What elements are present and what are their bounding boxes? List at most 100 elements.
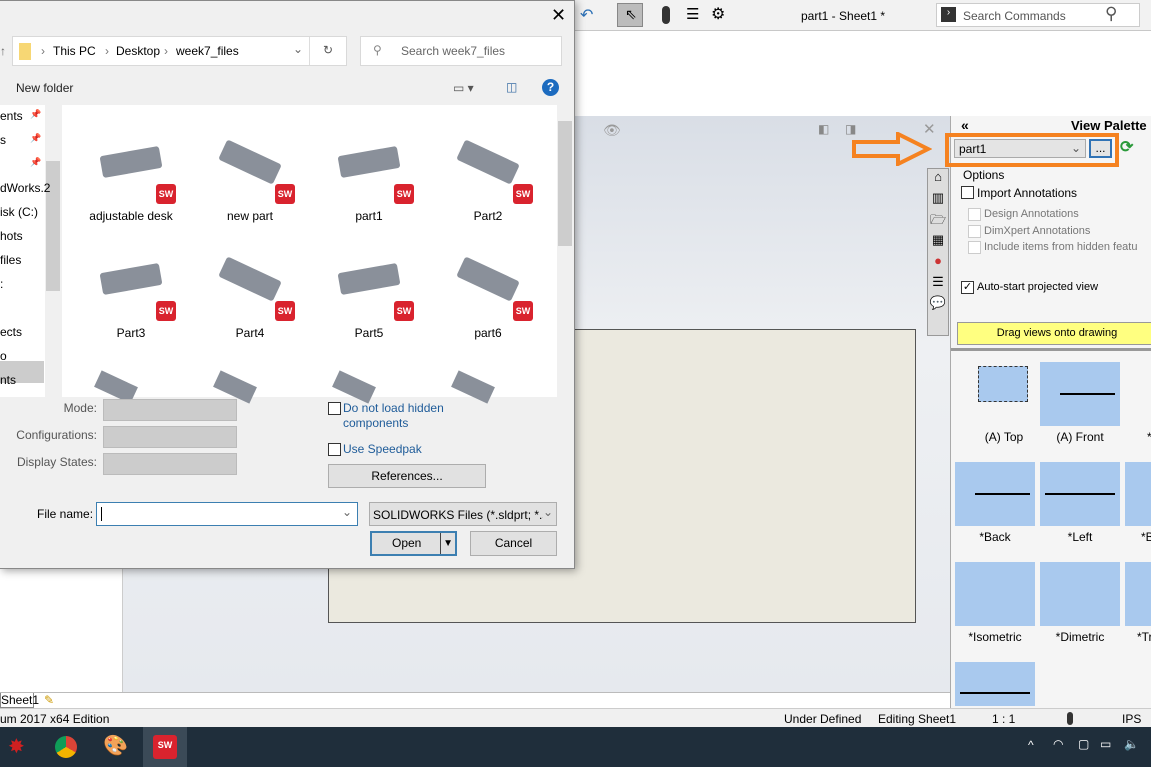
search-input[interactable]: ⚲ Search week7_files <box>360 36 562 66</box>
dimxpert-annotations-label: DimXpert Annotations <box>984 225 1091 237</box>
view-thumb-trimetric[interactable] <box>1125 562 1151 626</box>
open-dropdown-icon[interactable]: ▼ <box>440 533 453 554</box>
mode-dropdown[interactable] <box>103 399 237 421</box>
address-bar[interactable]: › This PC › Desktop › week7_files ⌄ ↻ <box>12 36 347 66</box>
no-hidden-label[interactable]: Do not load hidden <box>343 401 444 415</box>
references-button[interactable]: References... <box>328 464 486 488</box>
chevron-down-icon[interactable]: ⌄ <box>342 505 352 519</box>
nav-scrollbar[interactable] <box>45 105 61 397</box>
nav-item[interactable]: ects <box>0 325 22 339</box>
view-icon[interactable]: 👁 <box>603 122 621 139</box>
wifi-icon[interactable]: ◠ <box>1053 737 1063 751</box>
design-library-icon[interactable]: ▥ <box>928 190 948 211</box>
breadcrumb-item[interactable]: This PC <box>53 44 96 58</box>
forum-icon[interactable]: 💬 <box>928 295 948 316</box>
file-item[interactable]: SW part6 <box>433 253 543 353</box>
volume-icon[interactable]: 🔈 <box>1124 737 1139 751</box>
chevron-down-icon[interactable]: ⌄ <box>293 42 303 56</box>
file-item[interactable]: SW Part2 <box>433 136 543 236</box>
view-thumb-isometric[interactable] <box>955 562 1035 626</box>
undo-icon[interactable]: ↶ <box>580 5 593 25</box>
file-item[interactable]: SW Part4 <box>195 253 305 353</box>
nav-item[interactable]: s <box>0 133 6 147</box>
new-folder-button[interactable]: New folder <box>16 81 73 95</box>
nav-item[interactable]: nts <box>0 373 16 387</box>
help-icon[interactable]: ? <box>542 79 559 96</box>
options-list-icon[interactable]: ☰ <box>686 5 699 23</box>
file-item[interactable]: SW new part <box>195 136 305 236</box>
custom-properties-icon[interactable]: ☰ <box>928 274 948 295</box>
view-thumb-top[interactable] <box>978 366 1028 402</box>
camera-icon[interactable]: ▢ <box>1078 737 1089 751</box>
file-explorer-icon[interactable]: 🗁 <box>928 211 948 232</box>
status-units[interactable]: IPS <box>1122 712 1141 726</box>
nav-item[interactable]: ents <box>0 109 23 123</box>
nav-item[interactable]: : <box>0 277 3 291</box>
display-states-dropdown[interactable] <box>103 453 237 475</box>
breadcrumb-item[interactable]: Desktop <box>116 44 160 58</box>
add-sheet-icon[interactable]: ✎ <box>44 693 54 707</box>
view-palette-icon[interactable]: ▦ <box>928 232 948 253</box>
solidworks-taskbar-button[interactable]: SW <box>143 727 187 767</box>
close-icon[interactable]: ✕ <box>551 5 566 26</box>
configurations-dropdown[interactable] <box>103 426 237 448</box>
view-label: *Left <box>1067 530 1093 544</box>
sheet-tab[interactable]: Sheet1 <box>0 693 39 708</box>
no-hidden-label-2[interactable]: components <box>343 416 408 430</box>
mode-label: Mode: <box>63 401 97 415</box>
up-arrow-icon[interactable]: ↑ <box>0 44 6 58</box>
cancel-button[interactable]: Cancel <box>470 531 557 556</box>
file-type-value: SOLIDWORKS Files (*.sldprt; *.sl <box>373 508 552 522</box>
gear-icon[interactable]: ⚙ <box>711 4 725 24</box>
nav-item[interactable]: o <box>0 349 7 363</box>
nav-item[interactable]: hots <box>0 229 23 243</box>
splitter[interactable] <box>951 348 1151 351</box>
view-thumb-left[interactable] <box>1040 462 1120 526</box>
no-hidden-checkbox[interactable] <box>328 402 341 415</box>
file-item[interactable]: SW part1 <box>314 136 424 236</box>
preview-pane-icon[interactable]: ◫ <box>506 80 517 94</box>
dimxpert-annotations-checkbox[interactable] <box>968 225 981 238</box>
include-hidden-checkbox[interactable] <box>968 241 981 254</box>
search-icon[interactable]: ⚲ <box>1105 4 1117 24</box>
auto-start-checkbox[interactable]: ✓ <box>961 281 974 294</box>
prev-window-icon[interactable]: ◧ <box>818 122 829 136</box>
view-thumb-front[interactable] <box>1040 362 1120 426</box>
file-name: Part3 <box>116 326 146 340</box>
app-icon[interactable]: ✸ <box>8 734 25 759</box>
refresh-icon[interactable]: ⟳ <box>1120 137 1133 157</box>
file-item[interactable]: SW adjustable desk <box>76 136 186 236</box>
breadcrumb-item[interactable]: week7_files <box>176 44 239 58</box>
view-thumb-back[interactable] <box>955 462 1035 526</box>
file-item[interactable]: SW Part5 <box>314 253 424 353</box>
nav-item[interactable]: files <box>0 253 21 267</box>
speedpak-checkbox[interactable] <box>328 443 341 456</box>
file-item[interactable]: SW Part3 <box>76 253 186 353</box>
appearances-icon[interactable]: ● <box>928 253 948 274</box>
import-annotations-checkbox[interactable] <box>961 186 974 199</box>
view-thumb-dimetric[interactable] <box>1040 562 1120 626</box>
open-button[interactable]: Open ▼ <box>370 531 457 556</box>
paint-icon[interactable]: 🎨 <box>103 733 128 758</box>
file-scrollbar[interactable] <box>557 105 573 397</box>
rebuild-icon[interactable] <box>662 6 670 24</box>
home-icon[interactable]: ⌂ <box>928 169 948 190</box>
chrome-icon[interactable] <box>55 736 77 758</box>
chevron-up-icon[interactable]: ^ <box>1028 738 1034 752</box>
view-options-icon[interactable]: ▭ ▾ <box>453 81 474 95</box>
file-type-dropdown[interactable]: SOLIDWORKS Files (*.sldprt; *.sl ⌄ <box>369 502 557 526</box>
view-thumb-bottom[interactable] <box>1125 462 1151 526</box>
status-scale[interactable]: 1 : 1 <box>992 712 1015 726</box>
nav-item[interactable]: isk (C:) <box>0 205 38 219</box>
collapse-button[interactable]: « <box>961 117 969 133</box>
nav-item[interactable]: dWorks.2 <box>0 181 50 195</box>
solidworks-file-icon: SW <box>394 184 414 204</box>
design-annotations-checkbox[interactable] <box>968 208 981 221</box>
speedpak-label[interactable]: Use Speedpak <box>343 442 422 456</box>
view-thumb-extra[interactable] <box>955 662 1035 706</box>
select-button[interactable]: ⇖ <box>617 3 643 27</box>
refresh-icon[interactable]: ↻ <box>323 43 333 57</box>
battery-icon[interactable]: ▭ <box>1100 737 1111 751</box>
search-commands-input[interactable]: › Search Commands ⚲ <box>936 3 1140 27</box>
file-name-input[interactable]: ⌄ <box>96 502 358 526</box>
